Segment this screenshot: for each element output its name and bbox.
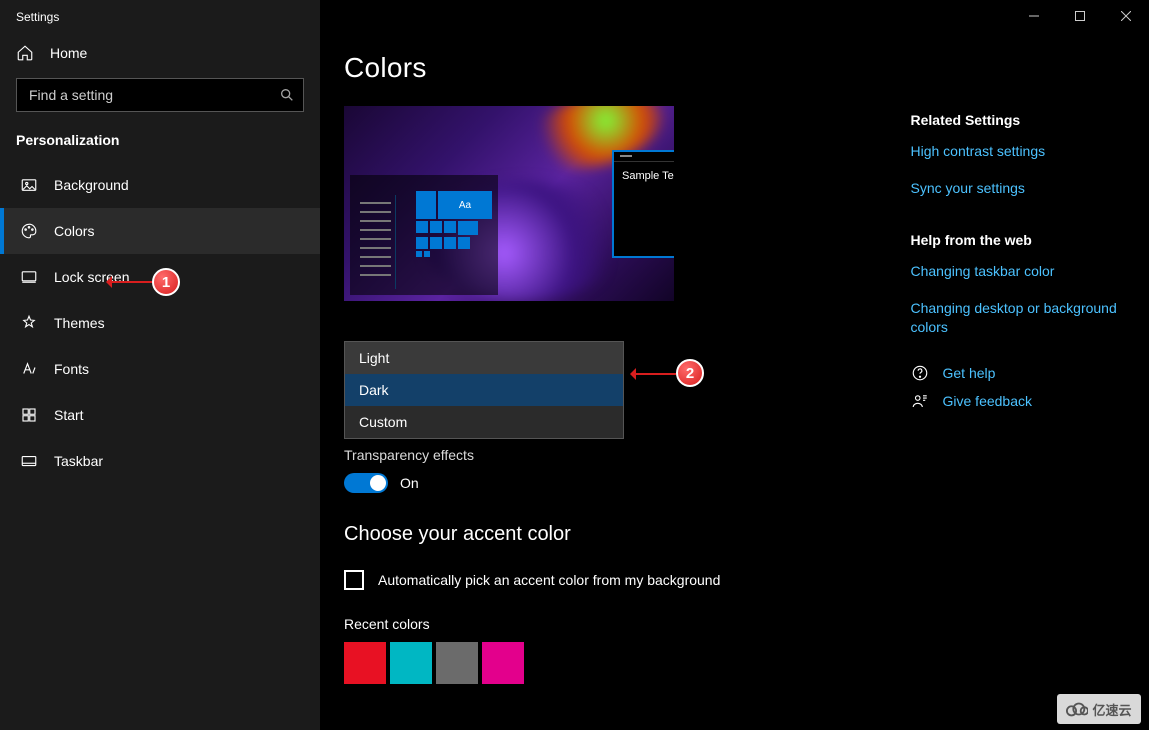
- palette-icon: [20, 222, 38, 240]
- nav-list: Background Colors Lock screen Themes Fon…: [0, 162, 320, 484]
- nav-home[interactable]: Home: [0, 28, 320, 70]
- annotation-arrow-2: [632, 373, 676, 375]
- nav-item-colors[interactable]: Colors: [0, 208, 320, 254]
- nav-item-taskbar[interactable]: Taskbar: [0, 438, 320, 484]
- minimize-button[interactable]: [1011, 0, 1057, 32]
- help-icon: [911, 364, 929, 382]
- start-icon: [20, 406, 38, 424]
- preview-sample-window: Sample Text: [612, 150, 674, 258]
- link-desktop-color[interactable]: Changing desktop or background colors: [911, 299, 1126, 337]
- home-label: Home: [50, 45, 87, 61]
- color-preview: Aa Sample Text: [344, 106, 674, 301]
- dropdown-option-dark[interactable]: Dark: [345, 374, 623, 406]
- transparency-toggle[interactable]: [344, 473, 388, 493]
- nav-item-themes[interactable]: Themes: [0, 300, 320, 346]
- nav-label: Colors: [54, 223, 94, 239]
- app-title: Settings: [0, 0, 320, 28]
- themes-icon: [20, 314, 38, 332]
- watermark: 亿速云: [1057, 694, 1141, 724]
- recent-color-swatch[interactable]: [390, 642, 432, 684]
- link-sync-settings[interactable]: Sync your settings: [911, 179, 1126, 198]
- recent-color-swatch[interactable]: [436, 642, 478, 684]
- close-button[interactable]: [1103, 0, 1149, 32]
- nav-item-fonts[interactable]: Fonts: [0, 346, 320, 392]
- link-get-help[interactable]: Get help: [911, 364, 1126, 382]
- transparency-label: Transparency effects: [344, 447, 871, 463]
- nav-label: Fonts: [54, 361, 89, 377]
- recent-colors-label: Recent colors: [344, 616, 871, 632]
- lockscreen-icon: [20, 268, 38, 286]
- preview-tile-aa: Aa: [438, 191, 492, 219]
- annotation-arrow-1: [108, 281, 152, 283]
- page-title: Colors: [344, 52, 1125, 84]
- annotation-badge-2: 2: [676, 359, 704, 387]
- content-area: Colors Aa: [320, 0, 1149, 730]
- search-input[interactable]: [16, 78, 304, 112]
- nav-label: Start: [54, 407, 84, 423]
- preview-sample-text: Sample Text: [614, 162, 674, 190]
- link-high-contrast[interactable]: High contrast settings: [911, 142, 1126, 161]
- taskbar-icon: [20, 452, 38, 470]
- accent-heading: Choose your accent color: [344, 523, 871, 546]
- nav-label: Background: [54, 177, 129, 193]
- nav-item-start[interactable]: Start: [0, 392, 320, 438]
- main-column: Aa Sample Text Light Dark: [344, 106, 871, 684]
- auto-accent-checkbox[interactable]: [344, 570, 364, 590]
- search-icon: [278, 86, 296, 104]
- nav-item-background[interactable]: Background: [0, 162, 320, 208]
- transparency-state: On: [400, 475, 419, 491]
- section-header: Personalization: [0, 122, 320, 162]
- link-give-feedback[interactable]: Give feedback: [911, 392, 1126, 410]
- related-panel: Related Settings High contrast settings …: [911, 106, 1126, 684]
- window-caption: [1011, 0, 1149, 32]
- feedback-icon: [911, 392, 929, 410]
- search-box: [16, 78, 304, 112]
- recent-colors: [344, 642, 871, 684]
- fonts-icon: [20, 360, 38, 378]
- recent-color-swatch[interactable]: [344, 642, 386, 684]
- picture-icon: [20, 176, 38, 194]
- home-icon: [16, 44, 34, 62]
- auto-accent-label: Automatically pick an accent color from …: [378, 572, 720, 588]
- maximize-button[interactable]: [1057, 0, 1103, 32]
- nav-label: Taskbar: [54, 453, 103, 469]
- nav-label: Themes: [54, 315, 105, 331]
- dropdown-option-custom[interactable]: Custom: [345, 406, 623, 438]
- color-mode-dropdown[interactable]: Light Dark Custom: [344, 341, 624, 439]
- webhelp-heading: Help from the web: [911, 232, 1126, 248]
- dropdown-option-light[interactable]: Light: [345, 342, 623, 374]
- related-heading: Related Settings: [911, 112, 1126, 128]
- link-taskbar-color[interactable]: Changing taskbar color: [911, 262, 1126, 281]
- sidebar: Settings Home Personalization Background…: [0, 0, 320, 730]
- recent-color-swatch[interactable]: [482, 642, 524, 684]
- annotation-badge-1: 1: [152, 268, 180, 296]
